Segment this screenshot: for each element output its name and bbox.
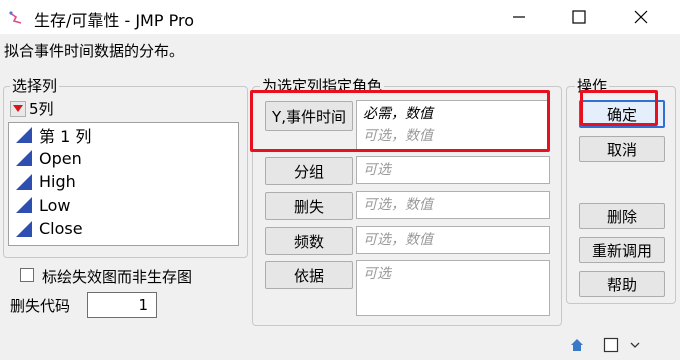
- dialog-description: 拟合事件时间数据的分布。: [4, 42, 185, 60]
- column-item[interactable]: 第 1 列: [9, 123, 238, 147]
- censor-dropzone[interactable]: 可选，数值: [356, 191, 550, 219]
- frequency-button[interactable]: 频数: [265, 227, 353, 255]
- close-button[interactable]: [618, 0, 664, 34]
- column-item[interactable]: Close: [9, 217, 238, 241]
- censor-button[interactable]: 删失: [265, 192, 353, 220]
- select-columns-legend: 选择列: [10, 77, 60, 95]
- column-label: Close: [39, 219, 83, 239]
- censor-code-label: 删失代码: [10, 297, 71, 315]
- column-list[interactable]: 第 1 列 Open High Low Close: [8, 122, 239, 246]
- y-optional-hint: 可选，数值: [363, 128, 433, 144]
- cancel-button[interactable]: 取消: [579, 136, 665, 162]
- status-bar: [0, 331, 680, 360]
- column-menu-button[interactable]: [10, 100, 26, 117]
- column-count-header: 5列: [10, 98, 54, 119]
- continuous-column-icon: [16, 150, 32, 167]
- column-item[interactable]: Open: [9, 147, 238, 171]
- recall-button[interactable]: 重新调用: [579, 237, 665, 263]
- y-required-hint: 必需，数值: [363, 106, 433, 122]
- column-label: 第 1 列: [39, 126, 92, 146]
- column-count-label: 5列: [29, 100, 54, 118]
- remove-button[interactable]: 删除: [579, 203, 665, 229]
- window-icon: [603, 337, 619, 353]
- group-button[interactable]: 分组: [265, 157, 353, 185]
- continuous-column-icon: [16, 173, 32, 190]
- app-icon: [8, 9, 24, 25]
- window-title: 生存/可靠性 - JMP Pro: [34, 11, 194, 30]
- continuous-column-icon: [16, 197, 32, 214]
- maximize-button[interactable]: [556, 0, 602, 34]
- failure-plot-checkbox[interactable]: [20, 268, 34, 282]
- column-label: High: [39, 172, 76, 192]
- roles-legend: 为选定列指定角色: [260, 77, 385, 95]
- column-label: Open: [39, 148, 82, 168]
- window-dropdown-button[interactable]: [626, 334, 644, 356]
- column-item[interactable]: High: [9, 170, 238, 194]
- minimize-button[interactable]: [496, 0, 542, 34]
- home-icon: [571, 339, 583, 351]
- action-legend: 操作: [575, 77, 610, 95]
- column-label: Low: [39, 195, 71, 215]
- column-item[interactable]: Low: [9, 194, 238, 218]
- red-triangle-icon: [13, 104, 23, 112]
- title-bar: 生存/可靠性 - JMP Pro: [0, 0, 680, 34]
- minimize-icon: [513, 16, 525, 18]
- continuous-column-icon: [16, 220, 32, 237]
- y-event-time-dropzone[interactable]: 必需，数值 可选，数值: [356, 100, 550, 150]
- group-dropzone[interactable]: 可选: [356, 156, 550, 184]
- window-list-button[interactable]: [600, 334, 622, 356]
- maximize-icon: [572, 10, 586, 24]
- continuous-column-icon: [16, 126, 32, 143]
- by-dropzone[interactable]: 可选: [356, 260, 550, 316]
- failure-plot-label: 标绘失效图而非生存图: [42, 268, 193, 286]
- home-button[interactable]: [566, 334, 588, 356]
- censor-code-input[interactable]: 1: [87, 292, 157, 318]
- help-button[interactable]: 帮助: [579, 271, 665, 297]
- chevron-down-icon: [630, 342, 640, 348]
- frequency-dropzone[interactable]: 可选，数值: [356, 226, 550, 254]
- by-button[interactable]: 依据: [265, 261, 353, 289]
- close-icon: [634, 10, 648, 24]
- ok-button[interactable]: 确定: [579, 100, 665, 128]
- y-event-time-button[interactable]: Y,事件时间: [265, 101, 353, 131]
